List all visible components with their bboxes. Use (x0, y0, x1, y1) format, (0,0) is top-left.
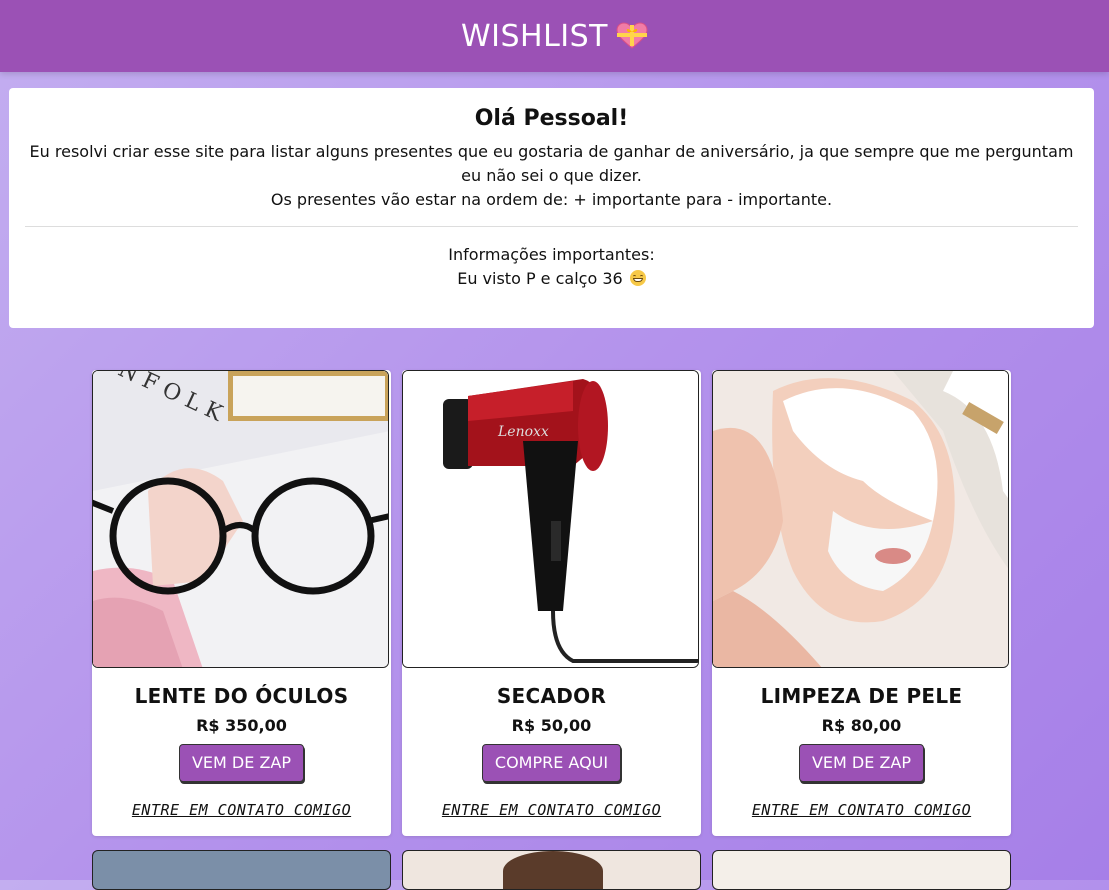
product-card-next-1 (92, 850, 391, 890)
contact-link[interactable]: ENTRE EM CONTATO COMIGO (402, 800, 701, 836)
whatsapp-button[interactable]: VEM DE ZAP (798, 744, 924, 782)
product-card-skincare: LIMPEZA DE PELE R$ 80,00 VEM DE ZAP ENTR… (712, 370, 1011, 836)
intro-card: Olá Pessoal! Eu resolvi criar esse site … (9, 88, 1094, 328)
product-price: R$ 350,00 (196, 716, 287, 735)
product-name: SECADOR (496, 684, 607, 708)
glasses-photo: N F O L K (92, 370, 389, 668)
product-name: LIMPEZA DE PELE (760, 684, 963, 708)
info-line: Eu visto P e calço 36 (25, 267, 1078, 291)
product-price: R$ 80,00 (821, 716, 902, 735)
product-price: R$ 50,00 (511, 716, 592, 735)
info-title: Informações importantes: (448, 245, 655, 264)
facial-mask-photo (712, 370, 1009, 668)
product-card-next-2 (402, 850, 701, 890)
info-text: Eu visto P e calço 36 (457, 269, 623, 288)
contact-link[interactable]: ENTRE EM CONTATO COMIGO (92, 800, 391, 836)
intro-text: Eu resolvi criar esse site para listar a… (29, 142, 1074, 185)
svg-text:Lenoxx: Lenoxx (497, 424, 549, 440)
product-card-next-3 (712, 850, 1011, 890)
intro-order-note: Os presentes vão estar na ordem de: + im… (270, 190, 833, 209)
contact-link[interactable]: ENTRE EM CONTATO COMIGO (712, 800, 1011, 836)
page-title: WISHLIST (460, 18, 609, 54)
product-name: LENTE DO ÓCULOS (134, 684, 349, 708)
product-card-glasses: N F O L K LENTE DO ÓCULOS R$ 350,00 VEM … (92, 370, 391, 836)
header-bar: WISHLIST (0, 0, 1109, 72)
hair-dryer-photo: Lenoxx (402, 370, 699, 668)
intro-heading: Olá Pessoal! (474, 106, 629, 131)
divider (25, 226, 1078, 227)
product-card-dryer: Lenoxx SECADOR R$ 50,00 COMPRE AQUI ENTR… (402, 370, 701, 836)
heart-ribbon-icon (616, 22, 648, 49)
whatsapp-button[interactable]: VEM DE ZAP (178, 744, 304, 782)
grinning-face-icon (629, 270, 646, 286)
buy-here-button[interactable]: COMPRE AQUI (481, 744, 622, 782)
